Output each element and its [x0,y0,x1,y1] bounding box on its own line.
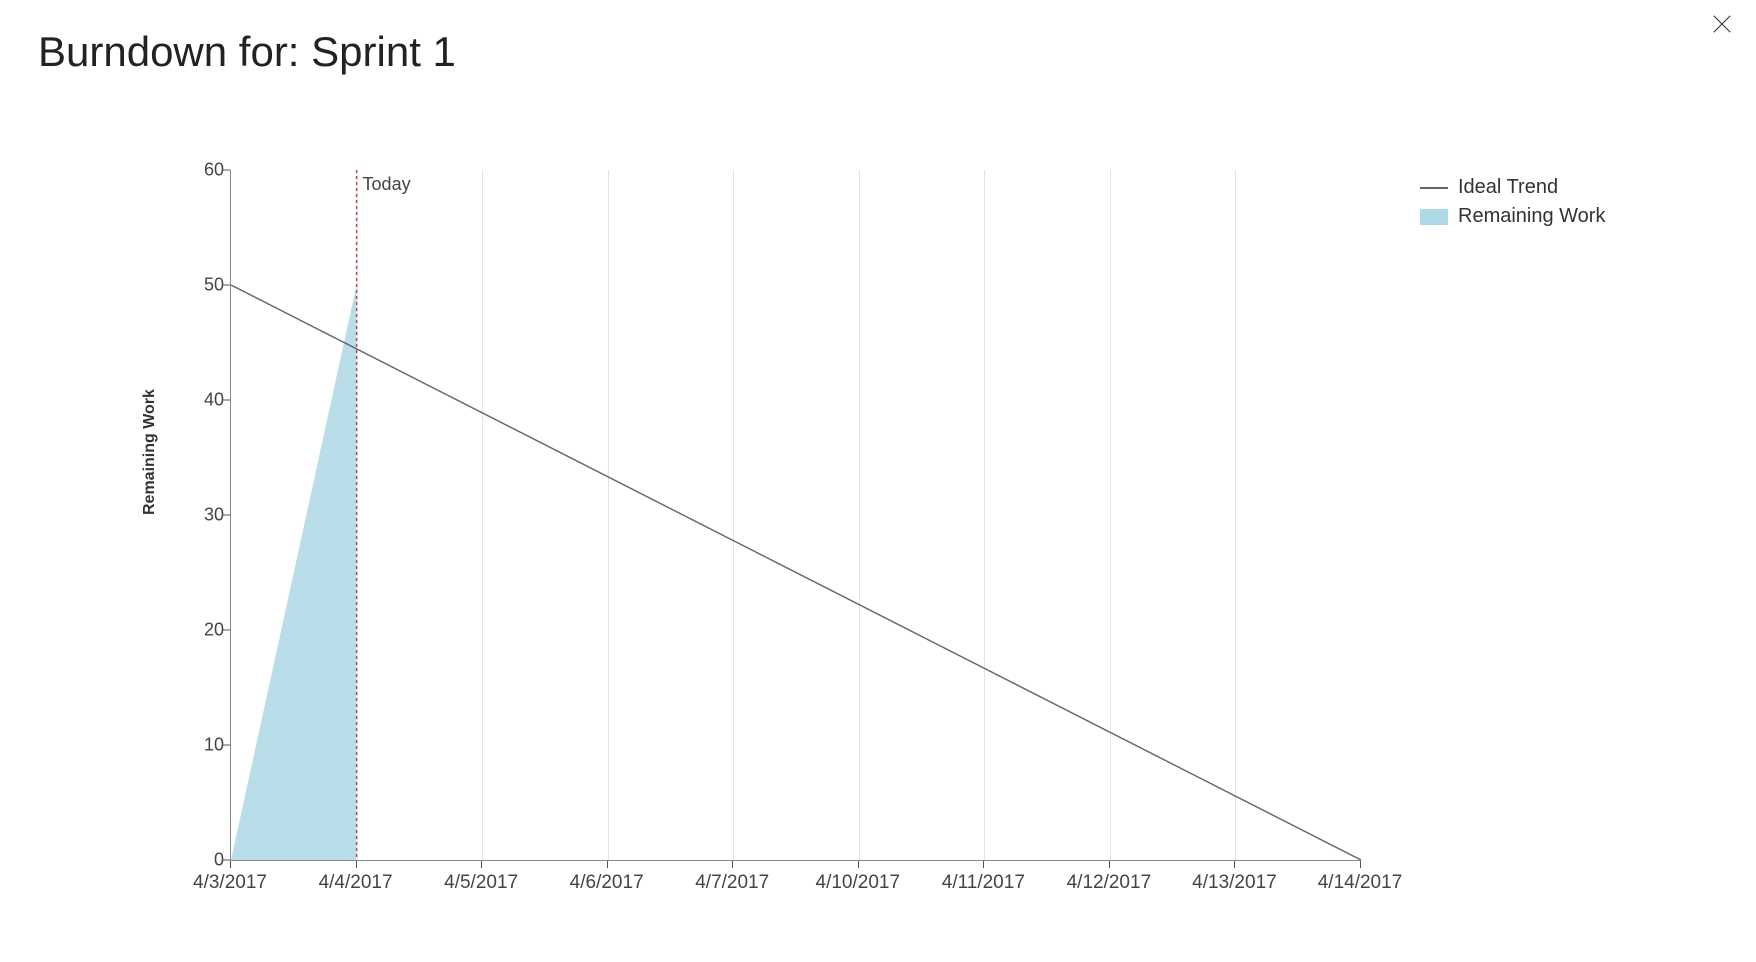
x-tick-mark [983,860,984,868]
x-tick-label: 4/5/2017 [444,872,518,894]
y-tick-mark [222,400,230,401]
x-tick-label: 4/6/2017 [570,872,644,894]
x-tick-mark [1360,860,1361,868]
y-tick-mark [222,515,230,516]
page-title: Burndown for: Sprint 1 [38,28,456,76]
y-tick-label: 30 [190,505,224,526]
x-tick-label: 4/11/2017 [942,872,1025,894]
legend-label: Remaining Work [1458,205,1605,228]
y-tick-label: 60 [190,160,224,181]
x-tick-label: 4/14/2017 [1318,872,1403,894]
remaining-work-area [231,285,357,860]
y-tick-mark [222,860,230,861]
area-swatch-icon [1420,209,1448,225]
x-tick-mark [481,860,482,868]
burndown-chart: Remaining Work 4/3/2017 4/4/2017 4/5/2017 4… [140,150,1700,910]
x-tick-label: 4/7/2017 [695,872,769,894]
y-tick-mark [222,745,230,746]
y-tick-label: 20 [190,620,224,641]
chart-legend: Ideal Trend Remaining Work [1420,176,1605,234]
line-swatch-icon [1420,187,1448,189]
legend-item-ideal: Ideal Trend [1420,176,1605,199]
y-tick-mark [222,630,230,631]
close-icon [1711,13,1733,40]
today-marker-label: Today [363,174,411,195]
x-tick-mark [230,860,231,868]
x-tick-mark [858,860,859,868]
x-tick-label: 4/4/2017 [319,872,393,894]
x-tick-label: 4/12/2017 [1067,872,1152,894]
x-tick-label: 4/13/2017 [1192,872,1277,894]
y-tick-mark [222,285,230,286]
legend-item-remaining: Remaining Work [1420,205,1605,228]
y-tick-label: 40 [190,390,224,411]
y-axis-label: Remaining Work [141,389,159,515]
x-tick-mark [1234,860,1235,868]
x-tick-label: 4/3/2017 [193,872,267,894]
close-button[interactable] [1704,8,1740,44]
x-tick-label: 4/10/2017 [816,872,901,894]
plot-area: Today [230,170,1361,861]
x-tick-mark [356,860,357,868]
y-tick-label: 10 [190,735,224,756]
y-tick-label: 50 [190,275,224,296]
x-tick-mark [607,860,608,868]
ideal-trend-line [231,285,1361,860]
legend-label: Ideal Trend [1458,176,1558,199]
y-tick-mark [222,170,230,171]
x-tick-mark [732,860,733,868]
y-tick-label: 0 [190,850,224,871]
x-tick-mark [1109,860,1110,868]
